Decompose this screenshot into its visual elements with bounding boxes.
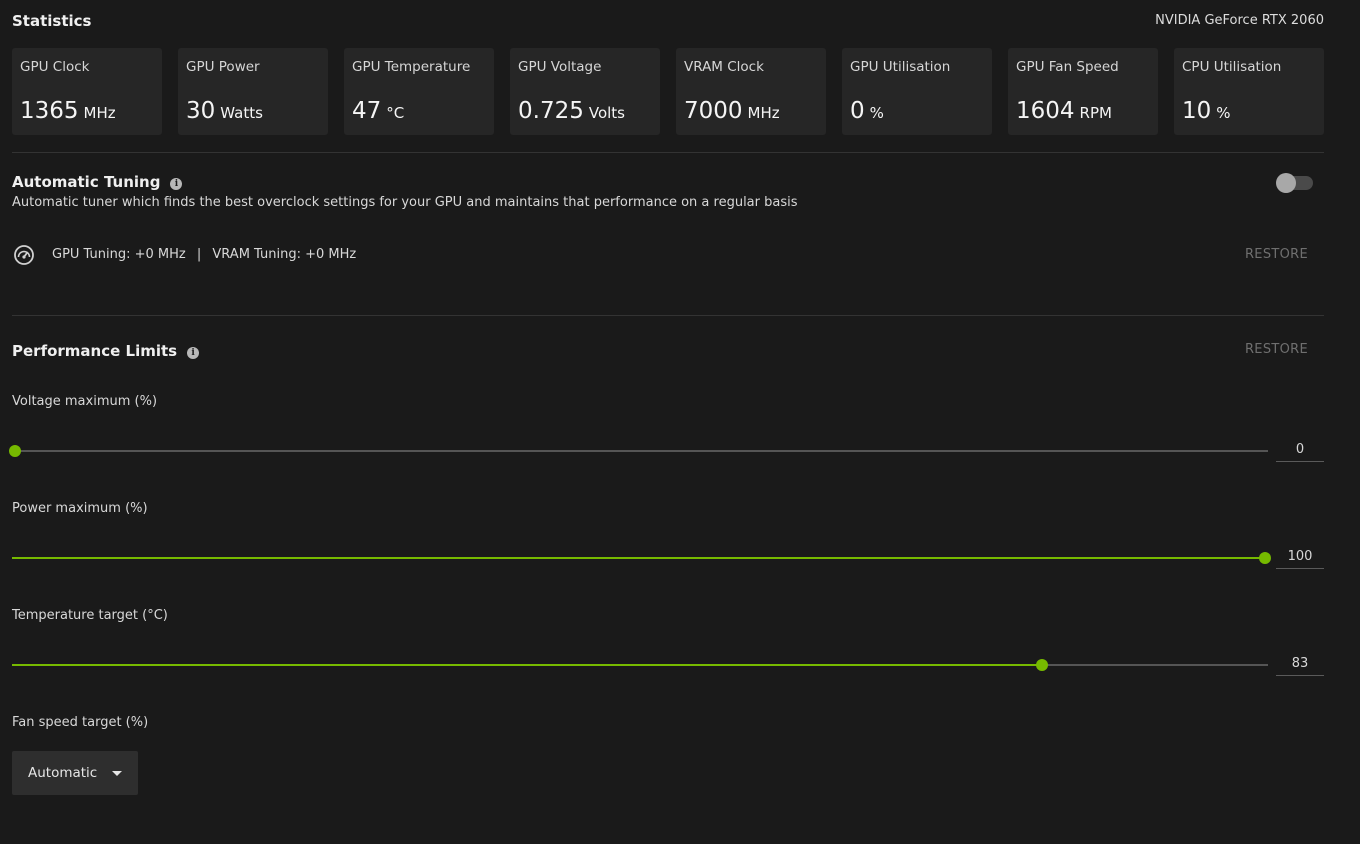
stat-value: 7000 MHz	[684, 98, 780, 124]
stat-unit: %	[1216, 104, 1231, 122]
stat-unit: MHz	[83, 104, 116, 122]
stat-number: 47	[352, 98, 382, 124]
toggle-knob	[1276, 173, 1296, 193]
stat-card-gpu-utilisation: GPU Utilisation 0%	[842, 48, 992, 135]
page-title: Statistics	[12, 12, 92, 30]
voltage-maximum-slider[interactable]	[9, 444, 1268, 458]
temperature-target-value[interactable]: 83	[1276, 653, 1324, 676]
stat-label: GPU Fan Speed	[1016, 59, 1119, 75]
stat-card-gpu-power: GPU Power 30 Watts	[178, 48, 328, 135]
performance-limits-title: Performance Limits	[12, 342, 178, 360]
automatic-tuning-description: Automatic tuner which finds the best ove…	[12, 195, 798, 210]
voltage-maximum-value[interactable]: 0	[1276, 439, 1324, 462]
power-maximum-slider[interactable]	[12, 551, 1271, 565]
divider	[12, 315, 1324, 316]
slider-thumb[interactable]	[9, 445, 21, 457]
restore-tuning-button[interactable]: RESTORE	[1245, 247, 1308, 262]
stat-value: 30 Watts	[186, 98, 263, 124]
stat-card-cpu-utilisation: CPU Utilisation 10%	[1174, 48, 1324, 135]
stat-label: GPU Voltage	[518, 59, 602, 75]
stat-number: 10	[1182, 98, 1212, 124]
stat-number: 0	[850, 98, 865, 124]
stat-unit: %	[869, 104, 884, 122]
stat-label: CPU Utilisation	[1182, 59, 1282, 75]
stat-number: 1365	[20, 98, 79, 124]
stat-card-gpu-fan-speed: GPU Fan Speed 1604 RPM	[1008, 48, 1158, 135]
gpu-tuning-value: GPU Tuning: +0 MHz	[52, 247, 186, 262]
tuning-separator: |	[196, 247, 202, 262]
stat-label: GPU Power	[186, 59, 260, 75]
stat-number: 30	[186, 98, 216, 124]
gpu-name: NVIDIA GeForce RTX 2060	[1155, 13, 1324, 28]
stat-card-gpu-temperature: GPU Temperature 47 °C	[344, 48, 494, 135]
info-icon[interactable]: i	[187, 347, 200, 359]
divider	[12, 152, 1324, 153]
performance-limits-header: Performance Limits i	[12, 342, 200, 360]
stat-number: 1604	[1016, 98, 1075, 124]
temperature-target-label: Temperature target (°C)	[12, 608, 168, 623]
stat-number: 7000	[684, 98, 743, 124]
automatic-tuning-header: Automatic Tuning i	[12, 173, 183, 191]
power-maximum-value[interactable]: 100	[1276, 546, 1324, 569]
stat-value: 10%	[1182, 98, 1231, 124]
stat-label: VRAM Clock	[684, 59, 764, 75]
stat-value: 1365 MHz	[20, 98, 116, 124]
restore-limits-button[interactable]: RESTORE	[1245, 342, 1308, 357]
stat-unit: Volts	[588, 104, 625, 122]
stat-value: 47 °C	[352, 98, 404, 124]
tuning-status: GPU Tuning: +0 MHz | VRAM Tuning: +0 MHz	[52, 247, 356, 262]
stat-unit: Watts	[220, 104, 263, 122]
slider-track	[12, 450, 1268, 452]
stat-value: 0%	[850, 98, 884, 124]
fan-speed-target-label: Fan speed target (%)	[12, 715, 149, 730]
caret-down-icon	[112, 771, 122, 776]
fan-speed-selected: Automatic	[28, 765, 98, 781]
temperature-target-slider[interactable]	[12, 658, 1268, 672]
stat-value: 0.725 Volts	[518, 98, 625, 124]
power-maximum-label: Power maximum (%)	[12, 501, 148, 516]
fan-speed-dropdown[interactable]: Automatic	[12, 751, 138, 795]
stat-card-gpu-clock: GPU Clock 1365 MHz	[12, 48, 162, 135]
slider-thumb[interactable]	[1035, 659, 1048, 671]
automatic-tuning-title: Automatic Tuning	[12, 173, 161, 191]
stat-card-vram-clock: VRAM Clock 7000 MHz	[676, 48, 826, 135]
stat-unit: °C	[386, 104, 405, 122]
slider-fill	[12, 664, 1042, 666]
vram-tuning-value: VRAM Tuning: +0 MHz	[212, 247, 357, 262]
voltage-maximum-label: Voltage maximum (%)	[12, 394, 158, 409]
stat-unit: RPM	[1079, 104, 1112, 122]
stat-label: GPU Temperature	[352, 59, 471, 75]
stat-value: 1604 RPM	[1016, 98, 1112, 124]
slider-fill	[12, 557, 1265, 559]
stat-label: GPU Clock	[20, 59, 90, 75]
automatic-tuning-toggle[interactable]	[1276, 173, 1313, 193]
stat-card-gpu-voltage: GPU Voltage 0.725 Volts	[510, 48, 660, 135]
stat-unit: MHz	[747, 104, 780, 122]
info-icon[interactable]: i	[170, 178, 183, 190]
speedometer-icon	[13, 244, 35, 266]
stat-number: 0.725	[518, 98, 584, 124]
stat-label: GPU Utilisation	[850, 59, 951, 75]
slider-thumb[interactable]	[1259, 552, 1271, 564]
